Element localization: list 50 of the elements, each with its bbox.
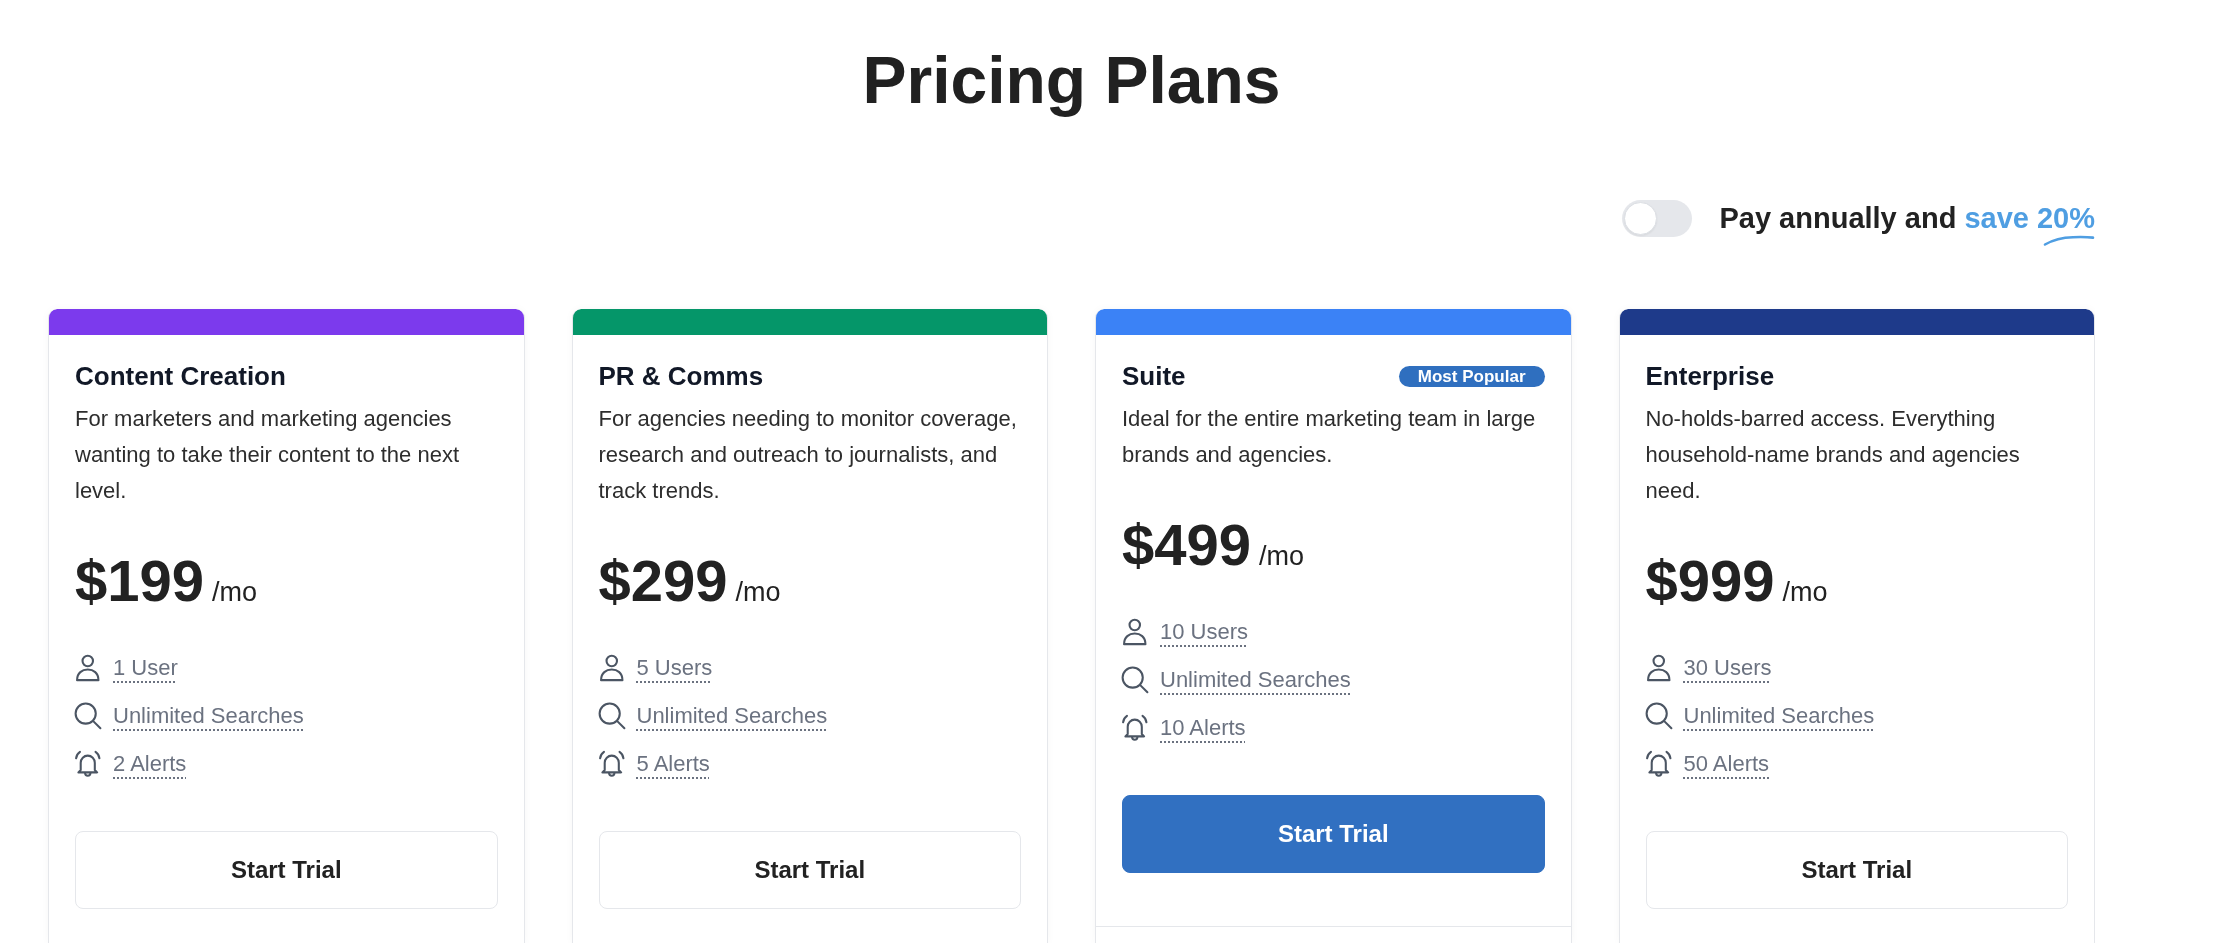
- page-title: Pricing Plans: [862, 42, 1281, 119]
- feature-text[interactable]: Unlimited Searches: [636, 702, 828, 730]
- search-icon: [1122, 667, 1148, 693]
- plan-description: For marketers and marketing agencies wanting to take their content to the next level.: [75, 405, 461, 505]
- start-trial-button[interactable]: Start Trial: [598, 831, 1021, 909]
- person-icon: [598, 655, 625, 681]
- plan-name: Enterprise: [1645, 360, 1775, 392]
- bell-icon: [1645, 751, 1672, 777]
- price-period: /mo: [1259, 540, 1305, 572]
- plan-description: Ideal for the entire marketing team in large brands and agencies.: [1122, 405, 1537, 469]
- price-period: /mo: [212, 576, 258, 608]
- plan-description: No-holds-barred access. Everything household-name brands and agencies need.: [1645, 405, 2021, 505]
- bell-icon: [1122, 715, 1148, 741]
- plan-description: For agencies needing to monitor coverage, research and outreach to journalists, and track trends.: [598, 405, 1018, 505]
- feature-text[interactable]: 50 Alerts: [1683, 750, 1770, 778]
- billing-label: Pay annually and: [1719, 200, 1957, 236]
- plan-name: PR & Comms: [598, 360, 764, 392]
- price-period: /mo: [735, 576, 781, 608]
- feature-text[interactable]: 5 Alerts: [636, 750, 710, 778]
- person-icon: [1122, 619, 1148, 645]
- feature-text[interactable]: 10 Users: [1160, 618, 1249, 646]
- person-icon: [1645, 655, 1672, 681]
- feature-text[interactable]: 5 Users: [636, 654, 713, 682]
- brush-underline-icon: [2043, 235, 2095, 246]
- feature-text[interactable]: Unlimited Searches: [1160, 666, 1351, 694]
- plan-price: $199: [75, 547, 205, 615]
- feature-text[interactable]: Unlimited Searches: [113, 702, 304, 730]
- search-icon: [1645, 703, 1672, 729]
- plan-name: Content Creation: [75, 360, 286, 392]
- search-icon: [598, 703, 625, 729]
- plan-price: $499: [1122, 511, 1252, 579]
- feature-text[interactable]: 1 User: [113, 654, 178, 682]
- start-trial-button[interactable]: Start Trial: [1645, 831, 2068, 909]
- bell-icon: [75, 751, 101, 777]
- start-trial-button[interactable]: Start Trial: [1122, 795, 1545, 873]
- feature-text[interactable]: 30 Users: [1683, 654, 1772, 682]
- feature-text[interactable]: Unlimited Searches: [1683, 702, 1875, 730]
- plan-price: $299: [598, 547, 728, 615]
- search-icon: [75, 703, 101, 729]
- plan-price: $999: [1645, 547, 1775, 615]
- bell-icon: [598, 751, 625, 777]
- person-icon: [75, 655, 101, 681]
- savings-text: save 20%: [1964, 201, 2095, 234]
- price-period: /mo: [1782, 576, 1828, 608]
- popular-badge: Most Popular: [1398, 365, 1545, 387]
- plan-name: Suite: [1122, 360, 1186, 392]
- feature-text[interactable]: 10 Alerts: [1160, 714, 1246, 742]
- start-trial-button[interactable]: Start Trial: [75, 831, 498, 909]
- billing-toggle[interactable]: [1622, 199, 1693, 237]
- feature-text[interactable]: 2 Alerts: [113, 750, 187, 778]
